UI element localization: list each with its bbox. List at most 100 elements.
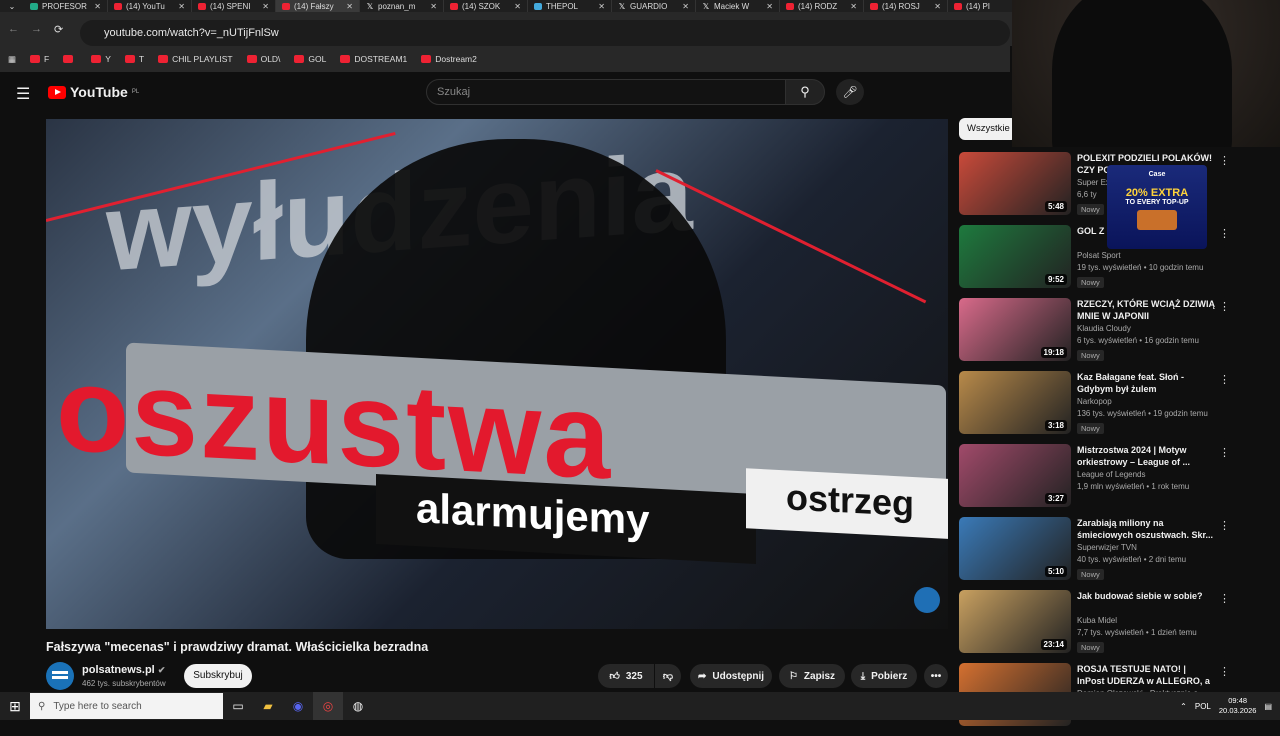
browser-tab[interactable]: (14) RODZ ✕: [780, 0, 864, 12]
browser-tab[interactable]: 𝕏 Maciek W ✕: [696, 0, 780, 12]
taskbar-search-input[interactable]: ⚲ Type here to search: [30, 693, 223, 719]
browser-tab[interactable]: (14) Fałszy ✕: [276, 0, 360, 12]
browser-tab[interactable]: 𝕏 GUARDIO ✕: [612, 0, 696, 12]
close-icon[interactable]: ✕: [346, 2, 353, 11]
subscribe-button[interactable]: Subskrybuj: [184, 664, 252, 688]
close-icon[interactable]: ✕: [94, 2, 101, 11]
recommended-video[interactable]: 3:27 Mistrzostwa 2024 | Motyw orkiestrow…: [959, 444, 1234, 517]
search-input[interactable]: Szukaj: [426, 79, 786, 105]
like-count: 325: [625, 670, 643, 682]
video-thumbnail[interactable]: 19:18: [959, 298, 1071, 361]
more-actions-button[interactable]: •••: [924, 664, 948, 688]
task-view-icon[interactable]: ▭: [223, 692, 253, 720]
sponsor-ad-overlay[interactable]: Case 20% EXTRA TO EVERY TOP-UP: [1107, 165, 1207, 249]
browser-tab[interactable]: PROFESOR ✕: [24, 0, 108, 12]
share-button[interactable]: ➦ Udostępnij: [690, 664, 772, 688]
chrome-icon[interactable]: ◎: [313, 692, 343, 720]
close-icon[interactable]: ✕: [178, 2, 185, 11]
apps-grid-icon[interactable]: ▦: [8, 54, 16, 65]
browser-tab[interactable]: (14) ROSJ ✕: [864, 0, 948, 12]
recommended-video[interactable]: 5:10 Zarabiają miliony na śmieciowych os…: [959, 517, 1234, 590]
more-vert-icon[interactable]: ⋮: [1219, 300, 1230, 313]
bookmark-item[interactable]: [63, 55, 77, 63]
close-icon[interactable]: ✕: [766, 2, 773, 11]
recommended-video[interactable]: 19:18 RZECZY, KTÓRE WCIĄŻ DZIWIĄ MNIE W …: [959, 298, 1234, 371]
search-button[interactable]: ⚲: [785, 79, 825, 105]
close-icon[interactable]: ✕: [262, 2, 269, 11]
language-indicator[interactable]: POL: [1195, 702, 1211, 711]
bookmark-item[interactable]: GOL: [294, 54, 326, 64]
dislike-button[interactable]: 👎︎: [655, 664, 681, 688]
clock[interactable]: 09:48 20.03.2026: [1219, 696, 1257, 716]
forward-icon[interactable]: →: [31, 23, 42, 35]
bookmark-item[interactable]: Y: [91, 54, 111, 64]
close-icon[interactable]: ✕: [430, 2, 437, 11]
close-icon[interactable]: ✕: [850, 2, 857, 11]
video-channel[interactable]: Narkopop: [1077, 397, 1112, 406]
video-player[interactable]: wyłudzenia oszustwa alarmujemy ostrzeg: [46, 119, 948, 629]
video-title[interactable]: RZECZY, KTÓRE WCIĄŻ DZIWIĄ MNIE W JAPONI…: [1077, 298, 1215, 322]
more-vert-icon[interactable]: ⋮: [1219, 592, 1230, 605]
video-thumbnail[interactable]: 3:18: [959, 371, 1071, 434]
bookmark-item[interactable]: CHIL PLAYLIST: [158, 54, 233, 64]
bookmark-item[interactable]: DOSTREAM1: [340, 54, 407, 64]
tab-search-icon[interactable]: ⌄: [0, 2, 24, 11]
close-icon[interactable]: ✕: [934, 2, 941, 11]
bookmark-item[interactable]: OLD\: [246, 54, 280, 64]
youtube-logo[interactable]: YouTube PL: [48, 84, 139, 100]
reload-icon[interactable]: ⟳: [54, 23, 63, 36]
back-icon[interactable]: ←: [8, 23, 19, 35]
recommended-video[interactable]: 3:18 Kaz Bałagane feat. Słoń - Gdybym by…: [959, 371, 1234, 444]
windows-start-icon[interactable]: ⊞: [0, 698, 30, 715]
video-channel[interactable]: Super Ex: [1077, 178, 1110, 187]
voice-search-button[interactable]: 🎤︎: [836, 79, 864, 105]
video-thumbnail[interactable]: 5:48: [959, 152, 1071, 215]
file-explorer-icon[interactable]: ▰: [253, 692, 283, 720]
browser-tab[interactable]: THEPOL ✕: [528, 0, 612, 12]
url-bar[interactable]: youtube.com/watch?v=_nUTijFnlSw: [80, 20, 1010, 46]
bookmark-item[interactable]: F: [30, 54, 49, 64]
channel-watermark-icon[interactable]: [914, 587, 940, 613]
notification-icon[interactable]: ▤: [1264, 702, 1272, 711]
save-button[interactable]: ⚐ Zapisz: [779, 664, 845, 688]
close-icon[interactable]: ✕: [682, 2, 689, 11]
close-icon[interactable]: ✕: [514, 2, 521, 11]
video-thumbnail[interactable]: 9:52: [959, 225, 1071, 288]
obs-icon[interactable]: ◍: [343, 692, 373, 720]
video-title[interactable]: Mistrzostwa 2024 | Motyw orkiestrowy – L…: [1077, 444, 1215, 468]
discord-icon[interactable]: ◉: [283, 692, 313, 720]
download-button[interactable]: ⤓ Pobierz: [851, 664, 917, 688]
more-vert-icon[interactable]: ⋮: [1219, 665, 1230, 678]
video-channel[interactable]: Polsat Sport: [1077, 251, 1121, 260]
more-vert-icon[interactable]: ⋮: [1219, 446, 1230, 459]
browser-tab[interactable]: (14) YouTu ✕: [108, 0, 192, 12]
bookmark-item[interactable]: Dostream2: [421, 54, 477, 64]
video-title[interactable]: Zarabiają miliony na śmieciowych oszustw…: [1077, 517, 1215, 541]
video-channel[interactable]: Klaudia Cloudy: [1077, 324, 1131, 333]
video-thumbnail[interactable]: 3:27: [959, 444, 1071, 507]
chevron-up-icon[interactable]: ⌃: [1180, 702, 1187, 711]
video-channel[interactable]: Superwizjer TVN: [1077, 543, 1137, 552]
video-channel[interactable]: League of Legends: [1077, 470, 1146, 479]
browser-tab[interactable]: (14) SZOK ✕: [444, 0, 528, 12]
close-icon[interactable]: ✕: [598, 2, 605, 11]
recommended-video[interactable]: 23:14 Jak budować siebie w sobie? Kuba M…: [959, 590, 1234, 663]
browser-tab[interactable]: 𝕏poznan_m ✕: [360, 0, 444, 12]
more-vert-icon[interactable]: ⋮: [1219, 373, 1230, 386]
chip-all[interactable]: Wszystkie: [959, 118, 1017, 140]
more-vert-icon[interactable]: ⋮: [1219, 154, 1230, 167]
bookmark-item[interactable]: T: [124, 54, 144, 64]
more-vert-icon[interactable]: ⋮: [1219, 227, 1230, 240]
channel-name[interactable]: polsatnews.pl: [82, 664, 155, 676]
video-title[interactable]: Jak budować siebie w sobie?: [1077, 590, 1215, 602]
browser-tab[interactable]: (14) SPENI ✕: [192, 0, 276, 12]
like-button[interactable]: 👍︎ 325: [598, 664, 654, 688]
video-thumbnail[interactable]: 23:14: [959, 590, 1071, 653]
video-title[interactable]: Kaz Bałagane feat. Słoń - Gdybym był żul…: [1077, 371, 1215, 395]
video-thumbnail[interactable]: 5:10: [959, 517, 1071, 580]
video-channel[interactable]: Kuba Midel: [1077, 616, 1117, 625]
channel-avatar[interactable]: [46, 662, 74, 690]
video-title[interactable]: ROSJA TESTUJE NATO! | InPost UDERZA w AL…: [1077, 663, 1215, 687]
more-vert-icon[interactable]: ⋮: [1219, 519, 1230, 532]
menu-icon[interactable]: ☰: [16, 84, 30, 104]
